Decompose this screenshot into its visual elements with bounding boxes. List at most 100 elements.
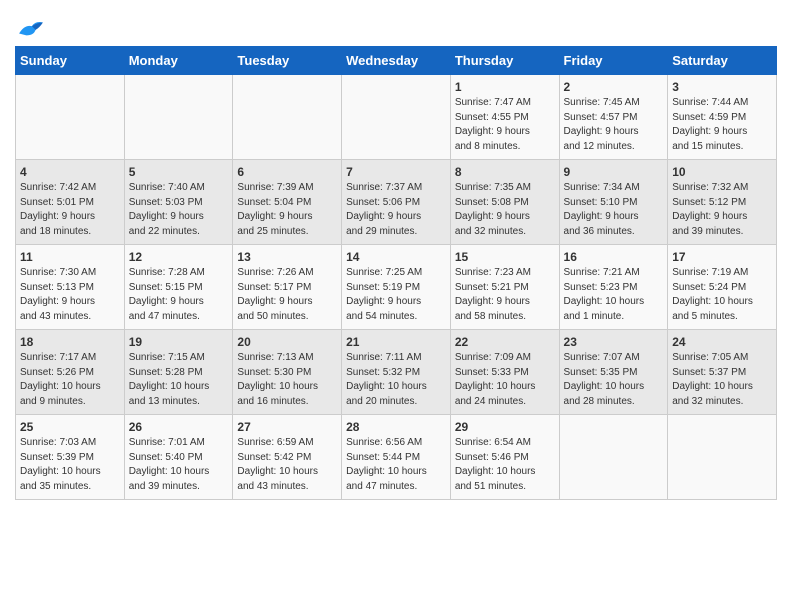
day-info: Sunrise: 7:42 AM Sunset: 5:01 PM Dayligh… [20, 181, 120, 239]
calendar-cell: 7 Sunrise: 7:37 AM Sunset: 5:06 PM Daylig… [342, 160, 451, 245]
calendar-cell: 25 Sunrise: 7:03 AM Sunset: 5:39 PM Dayli… [16, 415, 125, 500]
calendar-cell: 11 Sunrise: 7:30 AM Sunset: 5:13 PM Dayli… [16, 245, 125, 330]
week-row-4: 18 Sunrise: 7:17 AM Sunset: 5:26 PM Dayli… [16, 330, 777, 415]
logo [15, 16, 45, 40]
day-info: Sunrise: 7:03 AM Sunset: 5:39 PM Dayligh… [20, 436, 120, 494]
day-info: Sunrise: 7:39 AM Sunset: 5:04 PM Dayligh… [237, 181, 337, 239]
day-number: 25 [20, 420, 120, 434]
day-number: 18 [20, 335, 120, 349]
day-number: 9 [564, 165, 664, 179]
calendar-cell: 24Sunrise: 7:05 AM Sunset: 5:37 PM Dayli… [668, 330, 777, 415]
header-day-thursday: Thursday [450, 47, 559, 75]
day-number: 2 [564, 80, 664, 94]
day-info: Sunrise: 7:11 AM Sunset: 5:32 PM Dayligh… [346, 351, 446, 409]
day-number: 7 [346, 165, 446, 179]
day-info: Sunrise: 7:34 AM Sunset: 5:10 PM Dayligh… [564, 181, 664, 239]
day-info: Sunrise: 6:59 AM Sunset: 5:42 PM Dayligh… [237, 436, 337, 494]
calendar-cell: 16 Sunrise: 7:21 AM Sunset: 5:23 PM Dayli… [559, 245, 668, 330]
day-number: 23 [564, 335, 664, 349]
calendar-cell [559, 415, 668, 500]
day-info: Sunrise: 6:56 AM Sunset: 5:44 PM Dayligh… [346, 436, 446, 494]
calendar-cell [16, 75, 125, 160]
day-number: 5 [129, 165, 229, 179]
day-number: 28 [346, 420, 446, 434]
calendar-cell: 13 Sunrise: 7:26 AM Sunset: 5:17 PM Dayli… [233, 245, 342, 330]
day-info: Sunrise: 6:54 AM Sunset: 5:46 PM Dayligh… [455, 436, 555, 494]
day-number: 27 [237, 420, 337, 434]
day-number: 22 [455, 335, 555, 349]
week-row-5: 25 Sunrise: 7:03 AM Sunset: 5:39 PM Dayli… [16, 415, 777, 500]
header-day-friday: Friday [559, 47, 668, 75]
calendar-cell: 8 Sunrise: 7:35 AM Sunset: 5:08 PM Daylig… [450, 160, 559, 245]
day-info: Sunrise: 7:47 AM Sunset: 4:55 PM Dayligh… [455, 96, 555, 154]
day-number: 12 [129, 250, 229, 264]
day-number: 15 [455, 250, 555, 264]
calendar-cell: 5 Sunrise: 7:40 AM Sunset: 5:03 PM Daylig… [124, 160, 233, 245]
calendar-cell [342, 75, 451, 160]
calendar-cell: 10 Sunrise: 7:32 AM Sunset: 5:12 PM Dayli… [668, 160, 777, 245]
day-number: 13 [237, 250, 337, 264]
calendar-cell: 28 Sunrise: 6:56 AM Sunset: 5:44 PM Dayli… [342, 415, 451, 500]
page-header [15, 10, 777, 40]
day-number: 21 [346, 335, 446, 349]
calendar-cell: 17 Sunrise: 7:19 AM Sunset: 5:24 PM Dayli… [668, 245, 777, 330]
calendar-cell: 27 Sunrise: 6:59 AM Sunset: 5:42 PM Dayli… [233, 415, 342, 500]
calendar-cell: 15 Sunrise: 7:23 AM Sunset: 5:21 PM Dayli… [450, 245, 559, 330]
day-info: Sunrise: 7:09 AM Sunset: 5:33 PM Dayligh… [455, 351, 555, 409]
day-info: Sunrise: 7:17 AM Sunset: 5:26 PM Dayligh… [20, 351, 120, 409]
calendar-cell: 2Sunrise: 7:45 AM Sunset: 4:57 PM Daylig… [559, 75, 668, 160]
day-number: 17 [672, 250, 772, 264]
calendar-cell [233, 75, 342, 160]
day-info: Sunrise: 7:35 AM Sunset: 5:08 PM Dayligh… [455, 181, 555, 239]
calendar-cell: 4 Sunrise: 7:42 AM Sunset: 5:01 PM Daylig… [16, 160, 125, 245]
day-info: Sunrise: 7:37 AM Sunset: 5:06 PM Dayligh… [346, 181, 446, 239]
header-day-wednesday: Wednesday [342, 47, 451, 75]
day-number: 1 [455, 80, 555, 94]
calendar-cell: 3 Sunrise: 7:44 AM Sunset: 4:59 PM Daylig… [668, 75, 777, 160]
calendar-cell: 22 Sunrise: 7:09 AM Sunset: 5:33 PM Dayli… [450, 330, 559, 415]
day-info: Sunrise: 7:28 AM Sunset: 5:15 PM Dayligh… [129, 266, 229, 324]
day-number: 6 [237, 165, 337, 179]
day-info: Sunrise: 7:26 AM Sunset: 5:17 PM Dayligh… [237, 266, 337, 324]
day-number: 16 [564, 250, 664, 264]
calendar-body: 1 Sunrise: 7:47 AM Sunset: 4:55 PM Daylig… [16, 75, 777, 500]
calendar-cell: 14 Sunrise: 7:25 AM Sunset: 5:19 PM Dayli… [342, 245, 451, 330]
day-info: Sunrise: 7:44 AM Sunset: 4:59 PM Dayligh… [672, 96, 772, 154]
day-info: Sunrise: 7:05 AM Sunset: 5:37 PM Dayligh… [672, 351, 772, 409]
header-day-saturday: Saturday [668, 47, 777, 75]
day-number: 26 [129, 420, 229, 434]
calendar-cell [668, 415, 777, 500]
calendar-table: SundayMondayTuesdayWednesdayThursdayFrid… [15, 46, 777, 500]
day-info: Sunrise: 7:19 AM Sunset: 5:24 PM Dayligh… [672, 266, 772, 324]
day-info: Sunrise: 7:21 AM Sunset: 5:23 PM Dayligh… [564, 266, 664, 324]
day-info: Sunrise: 7:30 AM Sunset: 5:13 PM Dayligh… [20, 266, 120, 324]
day-number: 3 [672, 80, 772, 94]
day-info: Sunrise: 7:07 AM Sunset: 5:35 PM Dayligh… [564, 351, 664, 409]
header-day-tuesday: Tuesday [233, 47, 342, 75]
calendar-cell: 26Sunrise: 7:01 AM Sunset: 5:40 PM Dayli… [124, 415, 233, 500]
day-number: 11 [20, 250, 120, 264]
calendar-cell [124, 75, 233, 160]
week-row-3: 11 Sunrise: 7:30 AM Sunset: 5:13 PM Dayli… [16, 245, 777, 330]
day-number: 8 [455, 165, 555, 179]
day-number: 14 [346, 250, 446, 264]
calendar-cell: 23 Sunrise: 7:07 AM Sunset: 5:35 PM Dayli… [559, 330, 668, 415]
day-number: 10 [672, 165, 772, 179]
day-number: 29 [455, 420, 555, 434]
day-info: Sunrise: 7:32 AM Sunset: 5:12 PM Dayligh… [672, 181, 772, 239]
header-day-sunday: Sunday [16, 47, 125, 75]
day-number: 19 [129, 335, 229, 349]
header-day-monday: Monday [124, 47, 233, 75]
calendar-cell: 21 Sunrise: 7:11 AM Sunset: 5:32 PM Dayli… [342, 330, 451, 415]
day-info: Sunrise: 7:25 AM Sunset: 5:19 PM Dayligh… [346, 266, 446, 324]
calendar-header: SundayMondayTuesdayWednesdayThursdayFrid… [16, 47, 777, 75]
day-info: Sunrise: 7:15 AM Sunset: 5:28 PM Dayligh… [129, 351, 229, 409]
calendar-cell: 1 Sunrise: 7:47 AM Sunset: 4:55 PM Daylig… [450, 75, 559, 160]
calendar-cell: 12 Sunrise: 7:28 AM Sunset: 5:15 PM Dayli… [124, 245, 233, 330]
calendar-cell: 9 Sunrise: 7:34 AM Sunset: 5:10 PM Daylig… [559, 160, 668, 245]
day-info: Sunrise: 7:40 AM Sunset: 5:03 PM Dayligh… [129, 181, 229, 239]
calendar-cell: 20Sunrise: 7:13 AM Sunset: 5:30 PM Dayli… [233, 330, 342, 415]
calendar-cell: 6 Sunrise: 7:39 AM Sunset: 5:04 PM Daylig… [233, 160, 342, 245]
day-number: 4 [20, 165, 120, 179]
day-info: Sunrise: 7:23 AM Sunset: 5:21 PM Dayligh… [455, 266, 555, 324]
